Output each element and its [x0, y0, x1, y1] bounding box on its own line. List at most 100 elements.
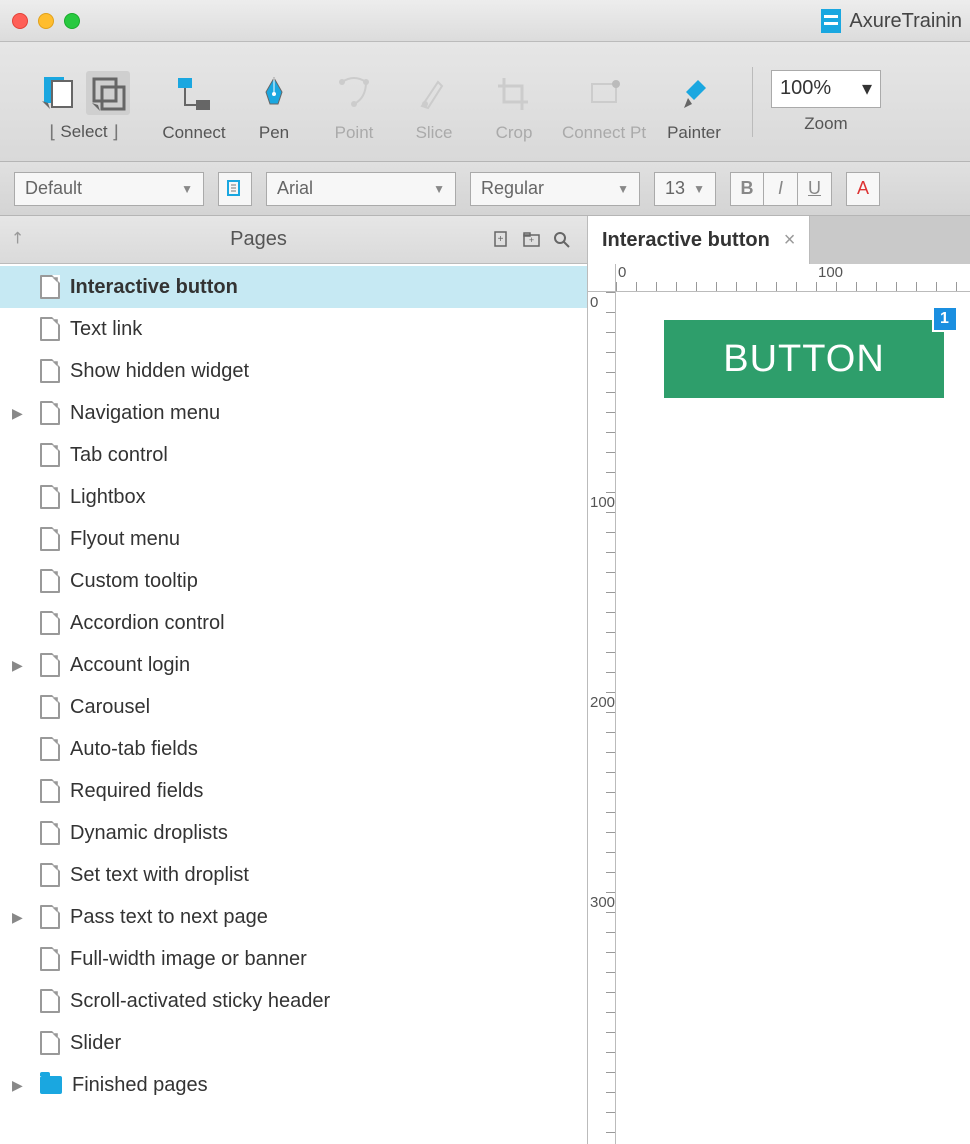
- text-color-button[interactable]: A: [846, 172, 880, 206]
- folder-icon: [40, 1076, 62, 1094]
- close-window-button[interactable]: [12, 13, 28, 29]
- expand-arrow-icon[interactable]: ▶: [12, 405, 30, 422]
- page-tree-label: Lightbox: [70, 486, 146, 509]
- ruler-tick: 0: [618, 264, 626, 281]
- document-icon: [821, 9, 841, 33]
- document-tab[interactable]: Interactive button ×: [588, 216, 810, 264]
- page-icon: [40, 569, 60, 593]
- tool-pen-button[interactable]: Pen: [234, 57, 314, 147]
- button-widget[interactable]: BUTTON 1: [664, 320, 944, 398]
- zoom-window-button[interactable]: [64, 13, 80, 29]
- search-pages-button[interactable]: [547, 230, 577, 250]
- page-icon: [40, 821, 60, 845]
- tool-slice-button[interactable]: Slice: [394, 57, 474, 147]
- page-icon: [40, 359, 60, 383]
- page-icon: [40, 695, 60, 719]
- page-tree-label: Navigation menu: [70, 402, 220, 425]
- zoom-control: 100% ▾ Zoom: [771, 70, 881, 134]
- page-tree-label: Carousel: [70, 696, 150, 719]
- page-tree-item[interactable]: ▶Tab control: [0, 434, 587, 476]
- font-family-value: Arial: [277, 178, 313, 199]
- zoom-dropdown[interactable]: 100% ▾: [771, 70, 881, 108]
- expand-arrow-icon[interactable]: ▶: [12, 909, 30, 926]
- widget-style-value: Default: [25, 178, 82, 199]
- page-tree-item[interactable]: ▶ Pass text to next page: [0, 896, 587, 938]
- interaction-badge-count: 1: [940, 310, 950, 328]
- chevron-down-icon: ▼: [617, 182, 629, 196]
- bold-button[interactable]: B: [730, 172, 764, 206]
- interaction-badge[interactable]: 1: [932, 306, 958, 332]
- page-tree-label: Interactive button: [70, 276, 238, 299]
- font-weight-value: Regular: [481, 178, 544, 199]
- page-tree-item[interactable]: ▶Text link: [0, 308, 587, 350]
- add-folder-button[interactable]: +: [517, 230, 547, 250]
- page-tree-label: Pass text to next page: [70, 906, 268, 929]
- page-tree-item[interactable]: ▶Lightbox: [0, 476, 587, 518]
- add-page-button[interactable]: +: [487, 230, 517, 250]
- text-style-group: B I U: [730, 172, 832, 206]
- tool-connectpt-button[interactable]: Connect Pt: [554, 57, 654, 147]
- pages-tree: ▶Interactive button▶Text link▶Show hidde…: [0, 264, 587, 1144]
- page-tree-item[interactable]: ▶ Navigation menu: [0, 392, 587, 434]
- page-tree-item[interactable]: ▶Required fields: [0, 770, 587, 812]
- page-icon: [40, 737, 60, 761]
- ruler-corner: [588, 264, 616, 292]
- close-tab-icon[interactable]: ×: [784, 229, 796, 252]
- italic-button[interactable]: I: [764, 172, 798, 206]
- font-size-dropdown[interactable]: 13 ▼: [654, 172, 716, 206]
- page-icon: [40, 611, 60, 635]
- underline-button[interactable]: U: [798, 172, 832, 206]
- tool-label: Connect Pt: [562, 123, 646, 143]
- page-tree-item[interactable]: ▶Show hidden widget: [0, 350, 587, 392]
- page-tree-item[interactable]: ▶Scroll-activated sticky header: [0, 980, 587, 1022]
- page-tree-item[interactable]: ▶Set text with droplist: [0, 854, 587, 896]
- traffic-lights: [12, 13, 80, 29]
- page-tree-item[interactable]: ▶Slider: [0, 1022, 587, 1064]
- canvas[interactable]: BUTTON 1: [616, 292, 970, 1144]
- select-contained-icon[interactable]: [38, 71, 78, 115]
- select-intersected-icon[interactable]: [86, 71, 130, 115]
- style-manager-button[interactable]: [218, 172, 252, 206]
- page-tree-label: Slider: [70, 1032, 121, 1055]
- slice-icon: [413, 73, 455, 115]
- svg-text:+: +: [498, 234, 504, 245]
- page-tree-item[interactable]: ▶Full-width image or banner: [0, 938, 587, 980]
- page-tree-item[interactable]: ▶Custom tooltip: [0, 560, 587, 602]
- page-tree-item[interactable]: ▶Finished pages: [0, 1064, 587, 1106]
- tool-select-button[interactable]: ⌊Select⌋: [14, 57, 154, 147]
- page-tree-item[interactable]: ▶Carousel: [0, 686, 587, 728]
- page-tree-item[interactable]: ▶Interactive button: [0, 266, 587, 308]
- page-tree-item[interactable]: ▶Auto-tab fields: [0, 728, 587, 770]
- page-tree-item[interactable]: ▶Dynamic droplists: [0, 812, 587, 854]
- connect-icon: [173, 73, 215, 115]
- page-icon: [40, 905, 60, 929]
- tool-point-button[interactable]: Point: [314, 57, 394, 147]
- connectpt-icon: [583, 73, 625, 115]
- page-tree-label: Show hidden widget: [70, 360, 249, 383]
- tool-painter-button[interactable]: Painter: [654, 57, 734, 147]
- page-tree-item[interactable]: ▶Flyout menu: [0, 518, 587, 560]
- window-titlebar: AxureTrainin: [0, 0, 970, 42]
- page-tree-item[interactable]: ▶Accordion control: [0, 602, 587, 644]
- page-tree-label: Scroll-activated sticky header: [70, 990, 330, 1013]
- page-icon: [40, 527, 60, 551]
- document-tabstrip: Interactive button ×: [588, 216, 970, 264]
- chevron-down-icon: ▼: [181, 182, 193, 196]
- page-tree-label: Set text with droplist: [70, 864, 249, 887]
- expand-arrow-icon[interactable]: ▶: [12, 1077, 30, 1094]
- font-family-dropdown[interactable]: Arial ▼: [266, 172, 456, 206]
- tool-connect-button[interactable]: Connect: [154, 57, 234, 147]
- page-tree-item[interactable]: ▶Account login: [0, 644, 587, 686]
- page-tree-label: Custom tooltip: [70, 570, 198, 593]
- font-weight-dropdown[interactable]: Regular ▼: [470, 172, 640, 206]
- main-area: ↖ Pages + + ▶Interactive button▶Text lin…: [0, 216, 970, 1144]
- zoom-label: Zoom: [804, 114, 847, 134]
- document-tab-label: Interactive button: [602, 229, 770, 252]
- chevron-down-icon: ▼: [433, 182, 445, 196]
- page-tree-label: Full-width image or banner: [70, 948, 307, 971]
- zoom-value: 100%: [780, 77, 831, 100]
- widget-style-dropdown[interactable]: Default ▼: [14, 172, 204, 206]
- expand-arrow-icon[interactable]: ▶: [12, 657, 30, 674]
- minimize-window-button[interactable]: [38, 13, 54, 29]
- tool-crop-button[interactable]: Crop: [474, 57, 554, 147]
